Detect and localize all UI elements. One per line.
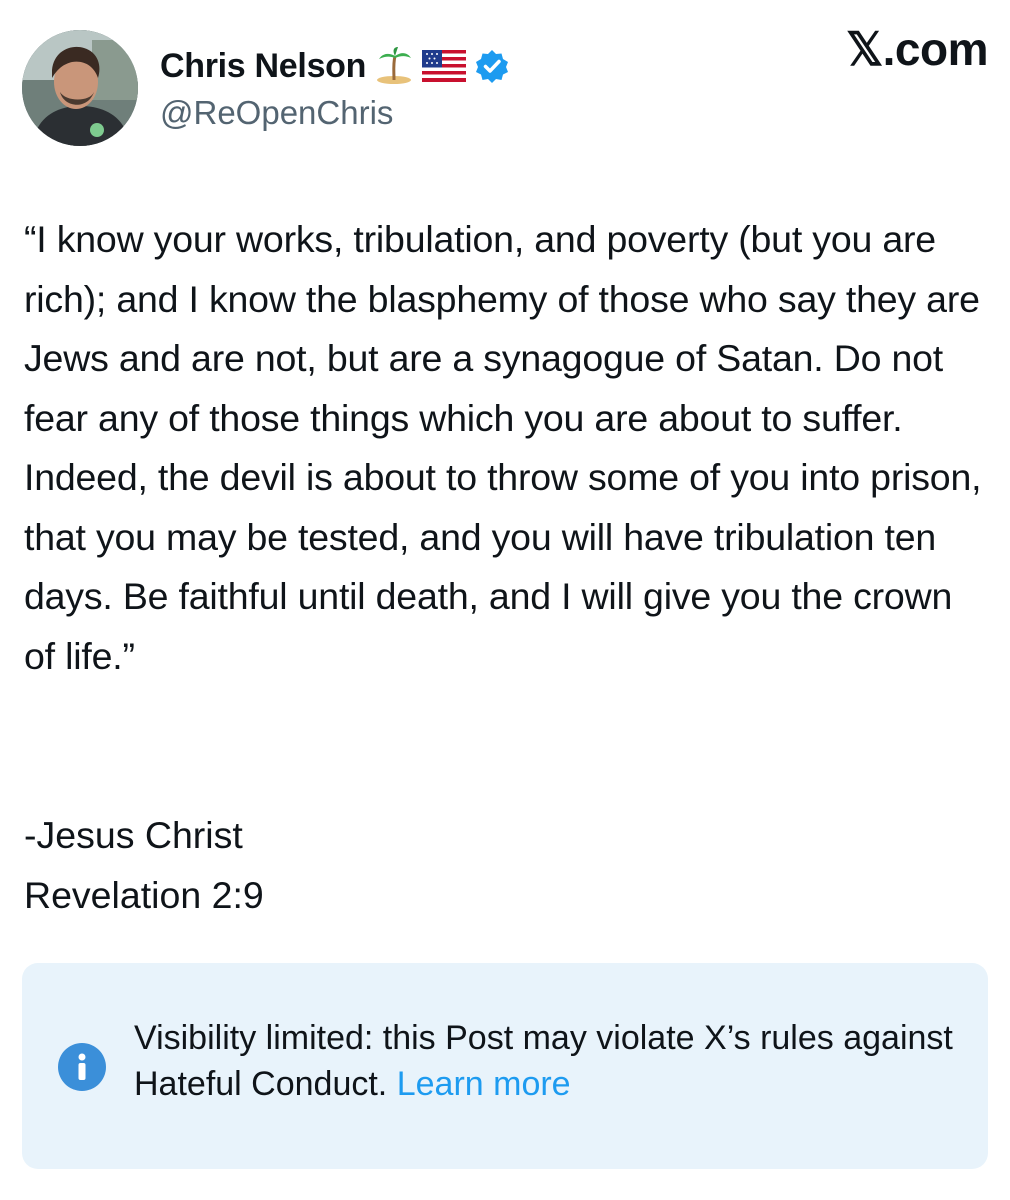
avatar[interactable]: [22, 30, 138, 146]
post-attribution: -Jesus Christ Revelation 2:9: [24, 806, 984, 925]
info-icon: [58, 1043, 106, 1091]
attribution-author: -Jesus Christ: [24, 814, 243, 856]
post-text: “I know your works, tribulation, and pov…: [24, 218, 992, 677]
attribution-reference: Revelation 2:9: [24, 873, 264, 916]
x-brand-logo: 𝕏.com: [846, 23, 988, 75]
island-emoji: [374, 46, 414, 86]
visibility-notice: Visibility limited: this Post may violat…: [22, 963, 988, 1169]
post-header: Chris Nelson @ReOpenChris: [22, 30, 988, 150]
avatar-image: [22, 30, 138, 146]
author-name-row: Chris Nelson: [160, 44, 510, 88]
us-flag-emoji: [422, 50, 467, 82]
verified-badge-icon[interactable]: [474, 48, 510, 84]
author-display-name[interactable]: Chris Nelson: [160, 47, 366, 86]
visibility-notice-text: Visibility limited: this Post may violat…: [134, 1015, 964, 1107]
author-handle[interactable]: @ReOpenChris: [160, 94, 393, 132]
learn-more-link[interactable]: Learn more: [397, 1065, 571, 1103]
